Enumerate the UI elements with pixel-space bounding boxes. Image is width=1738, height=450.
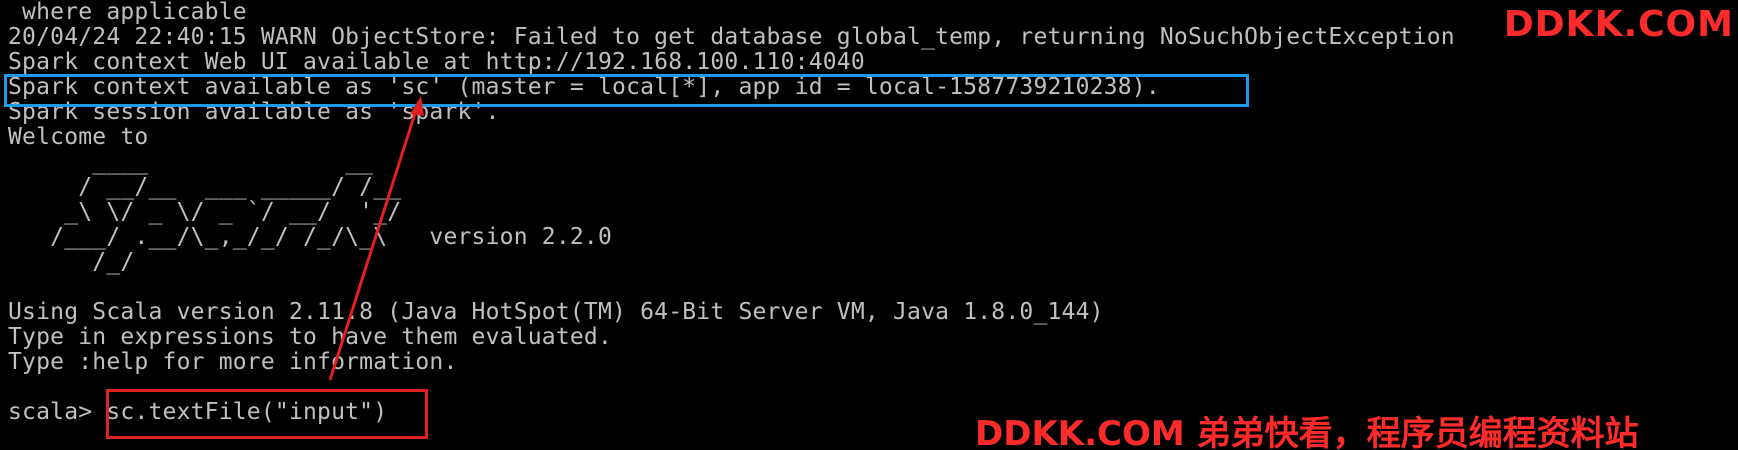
- annotation-arrow: [328, 96, 424, 381]
- watermark-top: DDKK.COM: [1503, 4, 1734, 45]
- terminal-window[interactable]: where applicable 20/04/24 22:40:15 WARN …: [0, 0, 1738, 450]
- watermark-bottom: DDKK.COM 弟弟快看，程序员编程资料站: [975, 414, 1639, 450]
